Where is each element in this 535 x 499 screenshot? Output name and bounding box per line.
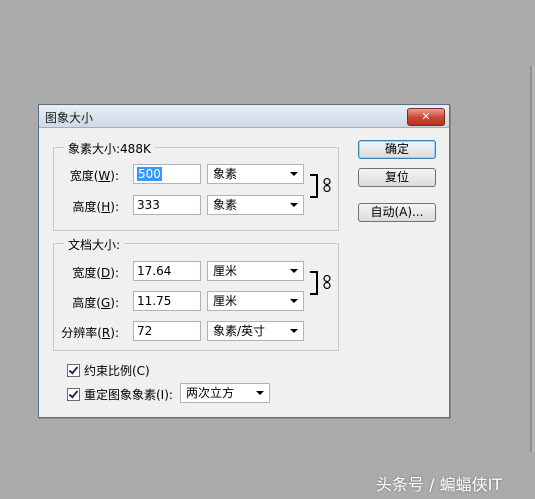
image-size-dialog: 图象大小 ✕ 象素大小:488K 宽度(W): 500 象素 高度(H): 33… [38,104,450,418]
watermark-text: 头条号 / 蝙蝠侠IT [376,475,503,494]
doc-height-input[interactable]: 11.75 [133,291,201,311]
pixel-width-input[interactable]: 500 [133,164,201,184]
pixel-dimensions-group: 象素大小:488K [53,140,339,231]
pixel-height-label: 高度(H): [72,200,119,214]
chevron-down-icon [256,391,264,395]
chevron-down-icon [290,269,298,273]
chevron-down-icon [290,172,298,176]
auto-button[interactable]: 自动(A)... [358,203,436,222]
resample-image-label: 重定图象象素(I): [84,388,173,402]
chevron-down-icon [290,299,298,303]
constrain-proportions-checkbox[interactable] [67,364,80,377]
pixel-width-unit-select[interactable]: 象素 [207,164,304,184]
document-link-bracket [310,271,318,295]
doc-width-label: 宽度(D): [72,266,119,280]
ok-button[interactable]: 确定 [358,140,436,159]
dialog-title: 图象大小 [45,111,94,125]
chevron-down-icon [290,203,298,207]
resolution-input[interactable]: 72 [133,321,201,341]
close-icon: ✕ [421,110,431,123]
resolution-unit-select[interactable]: 象素/英寸 [207,321,304,341]
close-button[interactable]: ✕ [407,108,445,126]
resample-image-checkbox[interactable] [67,388,80,401]
resolution-label: 分辨率(R): [61,326,119,340]
link-chain-icon [323,178,331,192]
resample-image-option[interactable]: 重定图象象素(I): [67,386,173,403]
doc-width-unit-select[interactable]: 厘米 [207,261,304,281]
resample-method-select[interactable]: 两次立方 [180,383,270,403]
constrain-proportions-label: 约束比例(C) [84,364,150,378]
pixel-dimensions-legend: 象素大小:488K [64,140,155,157]
document-size-legend: 文档大小: [64,236,125,253]
pixel-height-unit-select[interactable]: 象素 [207,195,304,215]
pixel-width-label: 宽度(W): [69,169,119,183]
dialog-titlebar: 图象大小 ✕ [39,105,449,128]
doc-height-unit-select[interactable]: 厘米 [207,291,304,311]
doc-height-label: 高度(G): [72,296,119,310]
constrain-proportions-option[interactable]: 约束比例(C) [67,362,150,379]
doc-width-input[interactable]: 17.64 [133,261,201,281]
pixel-height-input[interactable]: 333 [133,195,201,215]
link-chain-icon [323,275,331,289]
reset-button[interactable]: 复位 [358,168,436,187]
chevron-down-icon [290,329,298,333]
pixel-link-bracket [310,174,318,198]
